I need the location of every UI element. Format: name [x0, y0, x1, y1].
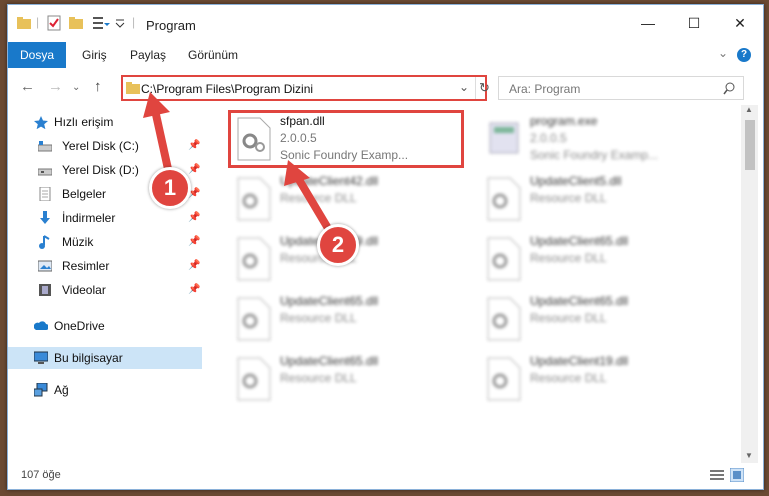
- annotation-badge-1: 1: [149, 167, 191, 209]
- annotation-badge-2: 2: [317, 224, 359, 266]
- annotation-arrow-1-head: [143, 92, 170, 118]
- annotation-arrows: [143, 92, 339, 243]
